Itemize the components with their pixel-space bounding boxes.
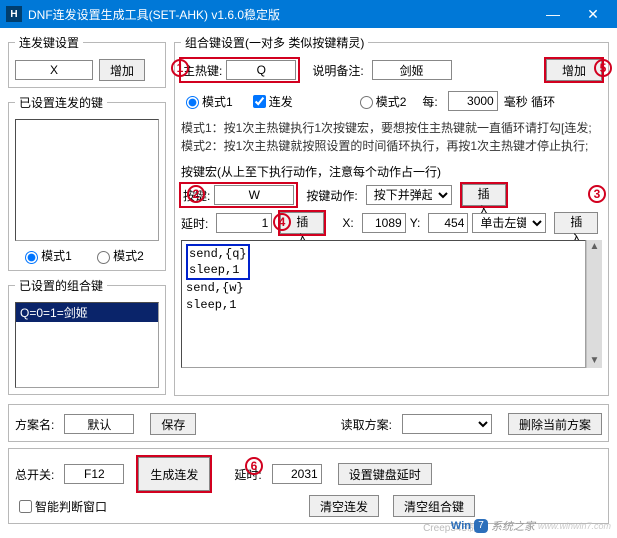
smart-window-checkbox-input[interactable]: [19, 500, 32, 513]
x-input[interactable]: [362, 213, 406, 233]
left-mode2-label: 模式2: [113, 247, 144, 264]
group-combo-settings: 组合键设置(一对多 类似按键精灵) 主热键: 说明备注: 增加 1 5: [174, 34, 609, 396]
watermark-text: 系统之家: [491, 518, 535, 534]
script-scrollbar[interactable]: ▲ ▼: [586, 240, 602, 368]
group-scheme: 方案名: 保存 读取方案: 删除当前方案: [8, 404, 609, 442]
desc-line-1: 模式1：按1次主热键执行1次按键宏，要想按住主热键就一直循环请打勾[连发;: [181, 119, 602, 137]
macro-title: 按键宏(从上至下执行动作，注意每个动作占一行): [181, 163, 602, 180]
every-input[interactable]: [448, 91, 498, 111]
y-label: Y:: [410, 216, 421, 230]
smart-window-label: 智能判断窗口: [35, 498, 107, 515]
set-kb-delay-button[interactable]: 设置键盘延时: [338, 463, 432, 485]
note-input[interactable]: [372, 60, 452, 80]
right-mode2-label: 模式2: [376, 93, 407, 110]
group-set-turbo-keys-title: 已设置连发的键: [15, 94, 107, 111]
key-action-label: 按键动作:: [306, 187, 357, 204]
watermark-url: www.winwin7.com: [538, 521, 611, 531]
left-mode2-radio-input[interactable]: [97, 251, 110, 264]
every-unit: 毫秒 循环: [504, 93, 555, 110]
group-set-combo-keys-title: 已设置的组合键: [15, 277, 107, 294]
right-mode2-radio[interactable]: 模式2: [355, 93, 407, 110]
left-mode1-label: 模式1: [41, 247, 72, 264]
group-turbo-key-title: 连发键设置: [15, 34, 83, 51]
mouse-action-select[interactable]: 单击左键: [472, 213, 546, 233]
repeat-checkbox-input[interactable]: [253, 95, 266, 108]
note-label: 说明备注:: [312, 62, 363, 79]
insert-delay-button[interactable]: 插入: [280, 212, 324, 234]
script-line: sleep,1: [186, 297, 581, 313]
left-mode2-radio[interactable]: 模式2: [92, 247, 144, 264]
master-switch-label: 总开关:: [15, 466, 54, 483]
window-title: DNF连发设置生成工具(SET-AHK) v1.6.0稳定版: [28, 6, 533, 23]
main-hotkey-label: 主热键:: [183, 62, 222, 79]
macro-key-input[interactable]: [214, 185, 294, 205]
scroll-down-icon[interactable]: ▼: [588, 354, 602, 368]
key-action-select[interactable]: 按下并弹起: [366, 185, 452, 205]
right-mode2-radio-input[interactable]: [360, 96, 373, 109]
turbo-keys-listbox[interactable]: [15, 119, 159, 241]
clear-combo-button[interactable]: 清空组合键: [393, 495, 475, 517]
insert-key-button[interactable]: 插入: [462, 184, 506, 206]
left-mode1-radio-input[interactable]: [25, 251, 38, 264]
group-combo-settings-title: 组合键设置(一对多 类似按键精灵): [181, 34, 368, 51]
load-scheme-label: 读取方案:: [341, 416, 392, 433]
scheme-name-input[interactable]: [64, 414, 134, 434]
right-mode1-label: 模式1: [202, 93, 233, 110]
smart-window-checkbox[interactable]: 智能判断窗口: [15, 497, 107, 516]
annotation-3: 3: [588, 185, 606, 203]
right-mode1-radio-input[interactable]: [186, 96, 199, 109]
watermark: Win7 系统之家 www.winwin7.com: [451, 518, 611, 534]
group-master: 总开关: 生成连发 6 延时: 设置键盘延时 智能判断窗口 清空连发 清空组合键: [8, 448, 609, 524]
global-delay-input[interactable]: [272, 464, 322, 484]
combo-list-item[interactable]: Q=0=1=剑姬: [16, 303, 158, 322]
group-turbo-key: 连发键设置 增加: [8, 34, 166, 88]
repeat-checkbox[interactable]: 连发: [249, 92, 293, 111]
app-icon: H: [6, 6, 22, 22]
clear-turbo-button[interactable]: 清空连发: [309, 495, 379, 517]
left-mode1-radio[interactable]: 模式1: [20, 247, 72, 264]
scroll-up-icon[interactable]: ▲: [588, 240, 602, 254]
x-label: X:: [342, 216, 353, 230]
global-delay-label: 延时:: [234, 466, 261, 483]
right-mode1-radio[interactable]: 模式1: [181, 93, 233, 110]
save-scheme-button[interactable]: 保存: [150, 413, 196, 435]
master-switch-input[interactable]: [64, 464, 124, 484]
combo-keys-listbox[interactable]: Q=0=1=剑姬: [15, 302, 159, 388]
turbo-add-button[interactable]: 增加: [99, 59, 145, 81]
close-button[interactable]: ✕: [573, 0, 613, 28]
load-scheme-select[interactable]: [402, 414, 492, 434]
titlebar: H DNF连发设置生成工具(SET-AHK) v1.6.0稳定版 — ✕: [0, 0, 617, 28]
turbo-key-input[interactable]: [15, 60, 93, 80]
combo-add-button[interactable]: 增加: [546, 59, 602, 81]
macro-key-label: 按键:: [183, 187, 210, 204]
insert-mouse-button[interactable]: 插入: [554, 212, 598, 234]
repeat-label: 连发: [269, 93, 293, 110]
macro-script-area[interactable]: send,{q} sleep,1 send,{w} sleep,1: [181, 240, 586, 368]
macro-delay-label: 延时:: [181, 215, 208, 232]
desc-line-2: 模式2：按1次主热键就按照设置的时间循环执行，再按1次主热键才停止执行;: [181, 137, 602, 155]
script-line: send,{q}: [189, 246, 247, 262]
group-set-combo-keys: 已设置的组合键 Q=0=1=剑姬: [8, 277, 166, 395]
macro-delay-input[interactable]: [216, 213, 272, 233]
y-input[interactable]: [428, 213, 468, 233]
watermark-brand: Win: [451, 520, 471, 532]
main-hotkey-input[interactable]: [226, 60, 296, 80]
script-line: send,{w}: [186, 280, 581, 296]
client-area: 连发键设置 增加 已设置连发的键 模式1 模式2: [0, 28, 617, 538]
generate-button[interactable]: 生成连发: [138, 457, 210, 491]
group-set-turbo-keys: 已设置连发的键 模式1 模式2: [8, 94, 166, 271]
every-label: 每:: [422, 93, 437, 110]
script-line: sleep,1: [189, 262, 247, 278]
minimize-button[interactable]: —: [533, 0, 573, 28]
scheme-name-label: 方案名:: [15, 416, 54, 433]
delete-scheme-button[interactable]: 删除当前方案: [508, 413, 602, 435]
watermark-seven-icon: 7: [474, 519, 488, 533]
